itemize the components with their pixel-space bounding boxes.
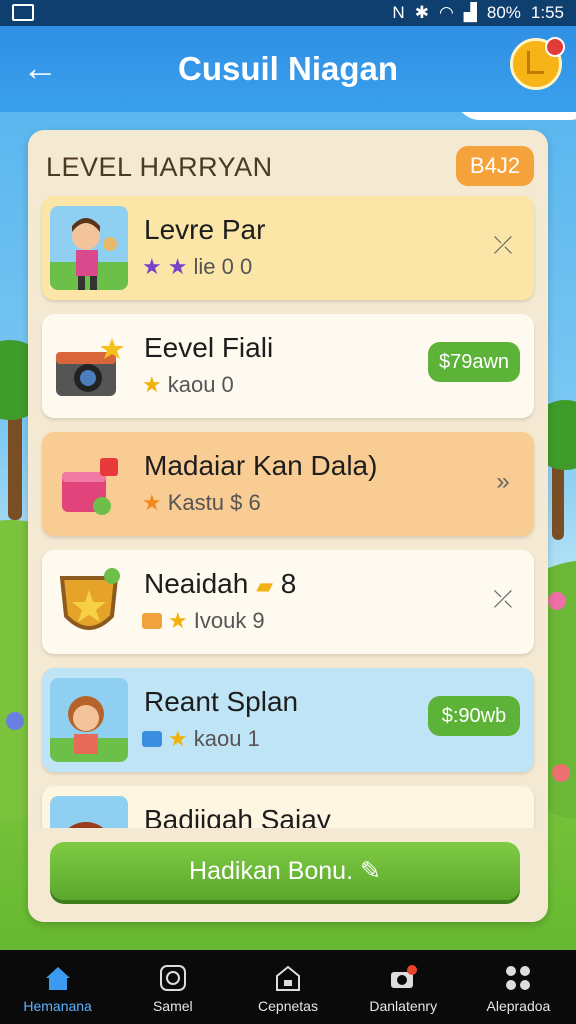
clock-badge-icon xyxy=(159,965,186,991)
girl-avatar-icon xyxy=(50,678,128,762)
nav-item-alepradoa[interactable]: Alepradoa xyxy=(461,950,576,1024)
grid-icon xyxy=(506,966,531,990)
camera-icon xyxy=(50,324,128,408)
nav-label: Cepnetas xyxy=(258,998,318,1014)
item-meta-text: kaou 0 xyxy=(167,372,234,397)
pencil-icon: ✎ xyxy=(360,857,381,885)
star-icon: ★ xyxy=(168,608,188,633)
item-name: Reant Splan xyxy=(144,686,299,717)
nav-item-home[interactable]: Hemanana xyxy=(0,950,115,1024)
camera-notification-icon xyxy=(391,965,418,988)
star-icon: ★ xyxy=(168,726,188,751)
item-name: Eevel Fiali xyxy=(144,332,274,363)
panel-header: LEVEL HARRYAN xyxy=(46,152,273,182)
item-name: Madaiar Kan Dala) xyxy=(144,450,378,481)
panel-badge: B4J2 xyxy=(456,146,534,186)
chevron-right-icon[interactable]: ⤫ xyxy=(490,586,516,614)
chevron-right-icon[interactable]: » xyxy=(490,468,516,496)
shield-badge-icon xyxy=(50,560,128,644)
coin-icon[interactable] xyxy=(510,37,565,90)
bottom-nav: Hemanana Samel Cepnetas Danlatenry Alepr… xyxy=(0,950,576,1024)
item-meta-text: lie 0 0 xyxy=(193,254,253,279)
list-item[interactable]: Reant Splan ★ kaou 1 $:90wb xyxy=(42,668,534,772)
price-button[interactable]: $79awn xyxy=(428,342,520,382)
notification-dot xyxy=(545,37,565,57)
flower xyxy=(6,712,24,730)
nav-item-danlatenry[interactable]: Danlatenry xyxy=(346,950,461,1024)
item-meta-text: kaou 1 xyxy=(193,726,260,751)
claim-bonus-label: Hadikan Bonu. xyxy=(189,857,354,885)
page-title: Cusuil Niagan xyxy=(177,50,399,87)
star-icon: ★ xyxy=(167,254,188,279)
status-bar: N ✱ ◠ ▟ 80% 1:55 xyxy=(0,0,576,26)
list-item[interactable]: Levre Par ★ ★ lie 0 0 ⤫ xyxy=(42,196,534,300)
gift-box-icon xyxy=(50,442,128,526)
item-meta-text: Kastu $ 6 xyxy=(167,490,261,515)
level-panel: LEVEL HARRYAN B4J2 Levre Par ★ ★ lie 0 0… xyxy=(28,130,548,922)
price-button[interactable]: $:90wb xyxy=(428,696,520,736)
nav-label: Danlatenry xyxy=(369,998,438,1014)
nav-item-cepnetas[interactable]: Cepnetas xyxy=(230,950,345,1024)
item-meta: ★ ★ lie 0 0 xyxy=(142,254,252,280)
nav-label: Samel xyxy=(152,998,193,1014)
app-bar: ← Cusuil Niagan xyxy=(0,26,576,112)
item-name: Levre Par xyxy=(144,214,266,245)
chevron-right-icon[interactable]: ⤫ xyxy=(490,232,516,260)
gallery-icon xyxy=(12,4,34,21)
list-item[interactable]: Madaiar Kan Dala) ★ Kastu $ 6 » xyxy=(42,432,534,536)
wifi-icon: ◠ xyxy=(438,3,454,22)
item-name-count: 8 xyxy=(280,568,297,599)
signal-icon: ▟ xyxy=(463,3,477,22)
item-name: Neaidah ▰ 8 xyxy=(144,568,296,600)
nav-item-samel[interactable]: Samel xyxy=(115,950,230,1024)
nav-label: Alepradoa xyxy=(486,998,551,1014)
item-meta: ★ Ivouk 9 xyxy=(142,608,265,634)
clock: 1:55 xyxy=(530,3,564,22)
item-meta-text: Ivouk 9 xyxy=(193,608,265,633)
boy-avatar-icon xyxy=(50,206,128,290)
home-icon xyxy=(45,967,70,990)
bluetooth-icon: ✱ xyxy=(414,3,429,22)
star-icon: ★ xyxy=(142,372,162,397)
item-meta: ★ kaou 0 xyxy=(142,372,234,398)
shop-icon xyxy=(276,965,300,991)
item-name-text: Neaidah xyxy=(144,568,249,599)
star-icon: ★ xyxy=(142,254,162,279)
briefcase-icon xyxy=(142,731,162,747)
claim-bonus-button[interactable]: Hadikan Bonu. ✎ xyxy=(50,842,520,900)
star-icon: ★ xyxy=(142,490,162,515)
nfc-icon: N xyxy=(392,3,405,22)
coin-glyph xyxy=(527,51,544,74)
list-item[interactable]: Neaidah ▰ 8 ★ Ivouk 9 ⤫ xyxy=(42,550,534,654)
status-right: N ✱ ◠ ▟ 80% 1:55 xyxy=(392,3,564,23)
item-meta: ★ Kastu $ 6 xyxy=(142,490,261,516)
battery-text: 80% xyxy=(486,3,521,22)
flower xyxy=(552,764,570,782)
flower xyxy=(548,592,566,610)
item-meta: ★ kaou 1 xyxy=(142,726,260,752)
list-item[interactable]: Eevel Fiali ★ kaou 0 $79awn xyxy=(42,314,534,418)
ticket-icon xyxy=(142,613,162,629)
gold-bar-icon: ▰ xyxy=(256,573,274,598)
nav-label: Hemanana xyxy=(23,998,92,1014)
